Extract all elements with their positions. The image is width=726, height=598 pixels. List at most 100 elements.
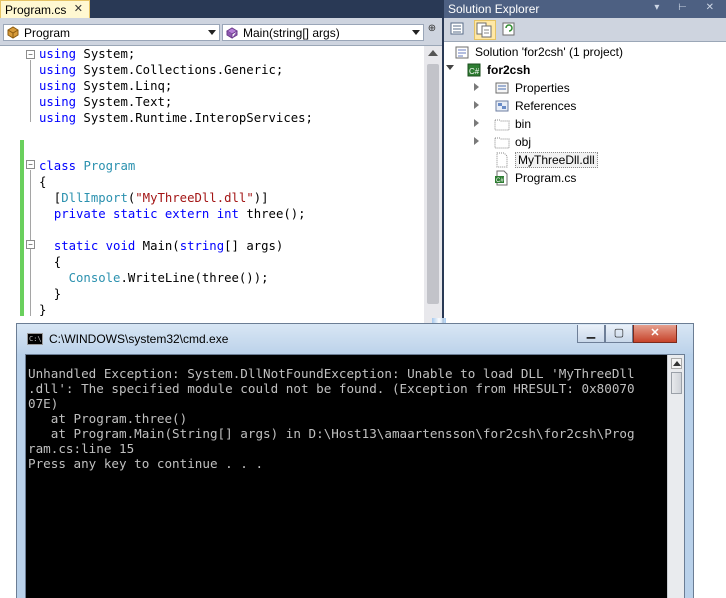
- tree-item[interactable]: obj: [444, 133, 726, 151]
- folder-icon: [494, 119, 510, 131]
- tree-item[interactable]: C# for2csh: [444, 61, 726, 79]
- chevron-right-icon[interactable]: [474, 137, 479, 145]
- maximize-button[interactable]: ▢: [605, 325, 633, 343]
- code-token: }: [39, 303, 47, 317]
- code-token: Program: [83, 159, 136, 173]
- tree-item[interactable]: References: [444, 97, 726, 115]
- scrollbar-thumb[interactable]: [427, 64, 439, 304]
- tree-item-label: Solution 'for2csh' (1 project): [475, 45, 623, 59]
- console-icon: C:\: [27, 333, 43, 345]
- code-line: using System;: [39, 46, 135, 62]
- chevron-down-icon[interactable]: [446, 65, 454, 70]
- references-icon: [495, 100, 509, 112]
- console-output: Unhandled Exception: System.DllNotFoundE…: [28, 366, 635, 471]
- solution-explorer-title-bar: Solution Explorer ▾ ⊢ ✕: [444, 0, 726, 18]
- refresh-button[interactable]: [500, 20, 522, 40]
- tree-item-label: bin: [515, 117, 532, 131]
- member-dropdown-value: Main(string[] args): [243, 26, 340, 40]
- collapse-icon[interactable]: −: [26, 160, 35, 169]
- svg-text:C#: C#: [469, 67, 480, 76]
- chevron-down-icon[interactable]: [208, 30, 216, 35]
- tab-program-cs[interactable]: Program.cs ✕: [0, 0, 90, 18]
- panel-window-buttons[interactable]: ▾ ⊢ ✕: [654, 2, 722, 13]
- chevron-right-icon[interactable]: [474, 83, 479, 91]
- scrollbar-thumb[interactable]: [671, 372, 682, 394]
- document-tab-strip: Program.cs ✕: [0, 0, 442, 18]
- code-token: "MyThreeDll.dll": [135, 191, 254, 205]
- tree-item-label: Properties: [515, 81, 570, 95]
- scroll-up-icon[interactable]: [428, 50, 438, 56]
- code-token: using: [39, 95, 77, 109]
- code-token: System.Text;: [76, 95, 173, 109]
- member-dropdown[interactable]: Main(string[] args): [222, 24, 424, 41]
- properties-icon: [495, 82, 509, 94]
- properties-button[interactable]: [448, 20, 470, 40]
- split-window-icon[interactable]: ⊕: [426, 23, 438, 39]
- tree-item[interactable]: MyThreeDll.dll: [444, 151, 726, 169]
- change-marker: [20, 140, 24, 316]
- code-line: {: [39, 254, 61, 270]
- code-line: private static extern int three();: [39, 206, 306, 222]
- class-dropdown[interactable]: Program: [3, 24, 220, 41]
- class-dropdown-value: Program: [24, 26, 71, 40]
- code-token: System.Collections.Generic;: [76, 63, 284, 77]
- code-line: Console.WriteLine(three());: [39, 270, 269, 286]
- method-icon: [226, 27, 238, 39]
- minimize-button[interactable]: ▁: [577, 325, 605, 343]
- tree-item[interactable]: C# Program.cs: [444, 169, 726, 187]
- code-token: int: [216, 207, 239, 221]
- code-token: DllImport: [61, 191, 128, 205]
- scroll-up-icon[interactable]: [671, 358, 682, 369]
- tree-item[interactable]: Properties: [444, 79, 726, 97]
- csharp-project-icon: C#: [467, 63, 481, 77]
- code-token: System.Linq;: [76, 79, 173, 93]
- chevron-right-icon[interactable]: [474, 119, 479, 127]
- code-line: }: [39, 302, 46, 318]
- code-line: using System.Text;: [39, 94, 172, 110]
- close-icon[interactable]: ✕: [74, 2, 83, 15]
- tree-item[interactable]: bin: [444, 115, 726, 133]
- tab-label: Program.cs: [5, 3, 67, 17]
- navigation-bar: Program Main(string[] args) ⊕: [0, 18, 442, 46]
- show-all-files-button[interactable]: [474, 20, 496, 40]
- close-button[interactable]: ✕: [633, 325, 677, 343]
- console-window[interactable]: C:\ C:\WINDOWS\system32\cmd.exe ▁ ▢ ✕ Un…: [16, 323, 694, 598]
- tree-item[interactable]: Solution 'for2csh' (1 project): [444, 43, 726, 61]
- collapse-icon[interactable]: −: [26, 240, 35, 249]
- tree-item-label: MyThreeDll.dll: [515, 152, 598, 168]
- fold-guide: [30, 60, 31, 122]
- code-token: three();: [238, 207, 306, 221]
- code-token: extern: [164, 207, 210, 221]
- code-token: using: [39, 79, 77, 93]
- code-token: Console: [68, 271, 121, 285]
- chevron-right-icon[interactable]: [474, 101, 479, 109]
- code-token: System;: [76, 47, 136, 61]
- console-scrollbar[interactable]: [667, 355, 684, 598]
- code-token: Main(: [135, 239, 180, 253]
- solution-explorer-toolbar: [444, 18, 726, 42]
- code-token: System.Runtime.InteropServices;: [76, 111, 313, 125]
- chevron-down-icon[interactable]: [412, 30, 420, 35]
- code-token: using: [39, 111, 77, 125]
- console-output-area[interactable]: Unhandled Exception: System.DllNotFoundE…: [25, 354, 685, 598]
- code-token: string: [179, 239, 225, 253]
- code-token: [: [39, 191, 62, 205]
- csharp-file-icon: C#: [495, 170, 508, 186]
- file-icon: [496, 152, 508, 168]
- code-line: using System.Collections.Generic;: [39, 62, 283, 78]
- code-token: )]: [253, 191, 269, 205]
- code-token: private: [53, 207, 106, 221]
- console-title-bar[interactable]: C:\ C:\WINDOWS\system32\cmd.exe ▁ ▢ ✕: [17, 324, 693, 354]
- code-line: [DllImport("MyThreeDll.dll")]: [39, 190, 269, 206]
- properties-icon: [450, 22, 464, 35]
- code-token: .WriteLine(three());: [120, 271, 269, 285]
- collapse-icon[interactable]: −: [26, 50, 35, 59]
- code-token: void: [105, 239, 136, 253]
- code-line: class Program: [39, 158, 135, 174]
